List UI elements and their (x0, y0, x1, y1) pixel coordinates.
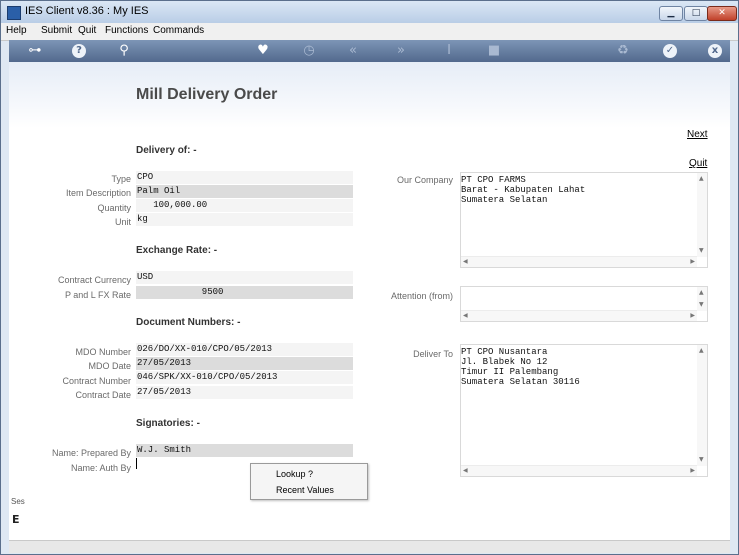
quantity-field[interactable]: 100,000.00 (136, 199, 353, 212)
horizontal-scrollbar[interactable]: ◀ ▶ (461, 465, 697, 476)
status-bar (9, 540, 730, 553)
quit-link[interactable]: Quit (689, 158, 707, 169)
form-area: Mill Delivery Order Next Quit Delivery o… (9, 62, 730, 540)
contract-number-label: Contract Number (62, 376, 131, 386)
next-link[interactable]: Next (687, 129, 708, 140)
session-label: Ses (11, 497, 25, 506)
menu-commands[interactable]: Commands (153, 25, 204, 36)
contract-currency-field[interactable]: USD (136, 271, 353, 284)
scroll-up-icon[interactable]: ▲ (699, 175, 704, 183)
mdo-date-label: MDO Date (88, 361, 131, 371)
rewind-icon[interactable]: « (345, 43, 361, 59)
our-company-label: Our Company (396, 175, 453, 185)
app-window: IES Client v8.36 : My IES ▁ □ ✕ Help Sub… (0, 0, 739, 555)
text-caret (136, 458, 137, 469)
minimize-button[interactable]: ▁ (659, 6, 683, 21)
unit-field[interactable]: kg (136, 213, 353, 226)
vertical-scrollbar[interactable]: ▲ ▼ (697, 173, 707, 257)
scroll-down-icon[interactable]: ▼ (699, 247, 704, 255)
menu-bar: Help Submit Quit Functions Commands (1, 23, 738, 41)
stop-icon[interactable]: ■ (486, 43, 502, 59)
type-field[interactable]: CPO (136, 171, 353, 184)
mdo-number-label: MDO Number (75, 347, 131, 357)
unit-label: Unit (114, 217, 131, 227)
menu-functions[interactable]: Functions (105, 25, 148, 36)
header-band (9, 62, 730, 128)
contract-date-label: Contract Date (75, 390, 131, 400)
close-icon[interactable]: x (708, 44, 722, 58)
contract-number-field[interactable]: 046/SPK/XX-010/CPO/05/2013 (136, 371, 353, 384)
quantity-label: Quantity (97, 203, 131, 213)
fast-forward-icon[interactable]: » (393, 43, 409, 59)
maximize-button[interactable]: □ (684, 6, 708, 21)
close-window-button[interactable]: ✕ (707, 6, 737, 21)
our-company-text: PT CPO FARMS Barat - Kabupaten Lahat Sum… (461, 175, 586, 205)
recent-values-menu-item[interactable]: Recent Values (276, 485, 334, 495)
type-label: Type (111, 174, 131, 184)
heart-icon[interactable]: ♥ (255, 43, 271, 59)
menu-submit[interactable]: Submit (41, 25, 72, 36)
prepared-by-label: Name: Prepared By (51, 448, 131, 458)
key-icon[interactable]: ⊶ (23, 43, 47, 59)
deliver-to-text: PT CPO Nusantara Jl. Blabek No 12 Timur … (461, 347, 580, 387)
contract-currency-label: Contract Currency (57, 275, 131, 285)
help-icon[interactable]: ? (72, 44, 86, 58)
scroll-left-icon[interactable]: ◀ (463, 258, 468, 266)
search-icon[interactable]: ⚲ (116, 43, 132, 59)
auth-by-label: Name: Auth By (70, 463, 131, 473)
scroll-up-icon[interactable]: ▲ (699, 347, 704, 355)
scroll-up-icon[interactable]: ▲ (699, 289, 704, 297)
horizontal-scrollbar[interactable]: ◀ ▶ (461, 256, 697, 267)
scroll-down-icon[interactable]: ▼ (699, 456, 704, 464)
page-title: Mill Delivery Order (136, 86, 278, 103)
menu-help[interactable]: Help (6, 25, 27, 36)
vertical-scrollbar[interactable]: ▲ ▼ (697, 345, 707, 466)
session-mark: E (12, 513, 20, 526)
scroll-right-icon[interactable]: ▶ (690, 467, 695, 475)
scroll-right-icon[interactable]: ▶ (690, 312, 695, 320)
item-description-label: Item Description (65, 188, 131, 198)
scroll-left-icon[interactable]: ◀ (463, 312, 468, 320)
mdo-date-field[interactable]: 27/05/2013 (136, 357, 353, 370)
prepared-by-field[interactable]: W.J. Smith (136, 444, 353, 457)
delivery-heading: Delivery of: - (136, 145, 197, 156)
deliver-to-label: Deliver To (413, 349, 453, 359)
signatories-heading: Signatories: - (136, 418, 200, 429)
attention-textarea[interactable]: ▲ ▼ ◀ ▶ (460, 286, 708, 322)
document-numbers-heading: Document Numbers: - (136, 317, 241, 328)
contract-date-field[interactable]: 27/05/2013 (136, 386, 353, 399)
scroll-left-icon[interactable]: ◀ (463, 467, 468, 475)
vertical-scrollbar[interactable]: ▲ ▼ (697, 287, 707, 311)
our-company-textarea[interactable]: PT CPO FARMS Barat - Kabupaten Lahat Sum… (460, 172, 708, 268)
horizontal-scrollbar[interactable]: ◀ ▶ (461, 310, 697, 321)
toolbar: ⊶ ? ⚲ ♥ ◷ « » I ■ ♻ ✓ x (9, 40, 730, 63)
context-menu: Lookup ? Recent Values (250, 463, 368, 500)
attention-label: Attention (from) (390, 291, 453, 301)
exchange-rate-heading: Exchange Rate: - (136, 245, 218, 256)
scroll-down-icon[interactable]: ▼ (699, 301, 704, 309)
text-cursor-icon[interactable]: I (441, 43, 457, 59)
recycle-icon[interactable]: ♻ (615, 43, 631, 59)
deliver-to-textarea[interactable]: PT CPO Nusantara Jl. Blabek No 12 Timur … (460, 344, 708, 477)
window-title: IES Client v8.36 : My IES (25, 5, 149, 17)
clock-icon[interactable]: ◷ (301, 43, 317, 59)
lookup-menu-item[interactable]: Lookup ? (276, 469, 313, 479)
fx-rate-label: P and L FX Rate (64, 290, 131, 300)
fx-rate-field[interactable]: 9500 (136, 286, 353, 299)
mdo-number-field[interactable]: 026/DO/XX-010/CPO/05/2013 (136, 343, 353, 356)
app-icon (7, 6, 21, 20)
title-bar: IES Client v8.36 : My IES ▁ □ ✕ (1, 1, 738, 23)
menu-quit[interactable]: Quit (78, 25, 96, 36)
scroll-right-icon[interactable]: ▶ (690, 258, 695, 266)
check-icon[interactable]: ✓ (663, 44, 677, 58)
item-description-field[interactable]: Palm Oil (136, 185, 353, 198)
